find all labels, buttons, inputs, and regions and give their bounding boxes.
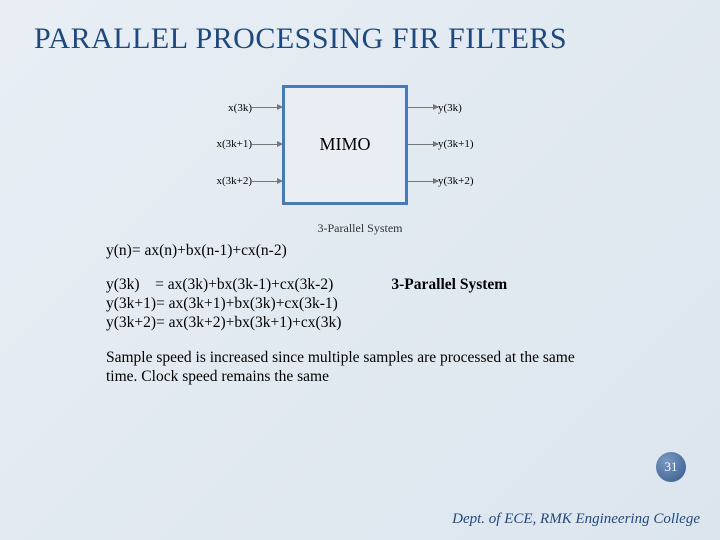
parallel-equations-row: y(3k) = ax(3k)+bx(3k-1)+cx(3k-2) y(3k+1)…	[106, 276, 686, 333]
page-number-badge: 31	[656, 452, 686, 482]
base-equation: y(n)= ax(n)+bx(n-1)+cx(n-2)	[106, 242, 686, 261]
figure-container: x(3k) x(3k+1) x(3k+2) MIMO y(3k)	[34, 75, 686, 236]
equation-line: y(3k) = ax(3k)+bx(3k-1)+cx(3k-2)	[106, 276, 341, 295]
input-label: x(3k+1)	[216, 138, 252, 150]
parallel-equations: y(3k) = ax(3k)+bx(3k-1)+cx(3k-2) y(3k+1)…	[106, 276, 341, 333]
slide: PARALLEL PROCESSING FIR FILTERS x(3k) x(…	[0, 0, 720, 540]
arrow-icon	[252, 144, 282, 145]
arrow-icon	[408, 181, 438, 182]
input-label: x(3k+2)	[216, 175, 252, 187]
output-label: y(3k)	[438, 102, 462, 114]
mimo-figure: x(3k) x(3k+1) x(3k+2) MIMO y(3k)	[200, 75, 520, 236]
arrow-icon	[252, 181, 282, 182]
arrow-icon	[408, 144, 438, 145]
output-label: y(3k+1)	[438, 138, 474, 150]
equation-line: y(3k+1)= ax(3k+1)+bx(3k)+cx(3k-1)	[106, 295, 341, 314]
input-label: x(3k)	[228, 102, 252, 114]
output-label: y(3k+2)	[438, 175, 474, 187]
arrow-icon	[252, 107, 282, 108]
arrow-icon	[408, 107, 438, 108]
footer-text: Dept. of ECE, RMK Engineering College	[452, 511, 700, 528]
equation-line: y(n)= ax(n)+bx(n-1)+cx(n-2)	[106, 242, 686, 261]
input-arrows	[252, 90, 282, 200]
slide-title: PARALLEL PROCESSING FIR FILTERS	[34, 22, 686, 57]
system-label: 3-Parallel System	[391, 276, 507, 333]
mimo-diagram: x(3k) x(3k+1) x(3k+2) MIMO y(3k)	[200, 75, 520, 215]
content-area: y(n)= ax(n)+bx(n-1)+cx(n-2) y(3k) = ax(3…	[34, 242, 686, 387]
figure-caption: 3-Parallel System	[200, 221, 520, 236]
mimo-box: MIMO	[282, 85, 408, 205]
input-labels: x(3k) x(3k+1) x(3k+2)	[200, 90, 252, 200]
summary-text: Sample speed is increased since multiple…	[106, 349, 686, 387]
output-labels: y(3k) y(3k+1) y(3k+2)	[438, 90, 498, 200]
output-arrows	[408, 90, 438, 200]
equation-line: y(3k+2)= ax(3k+2)+bx(3k+1)+cx(3k)	[106, 314, 341, 333]
